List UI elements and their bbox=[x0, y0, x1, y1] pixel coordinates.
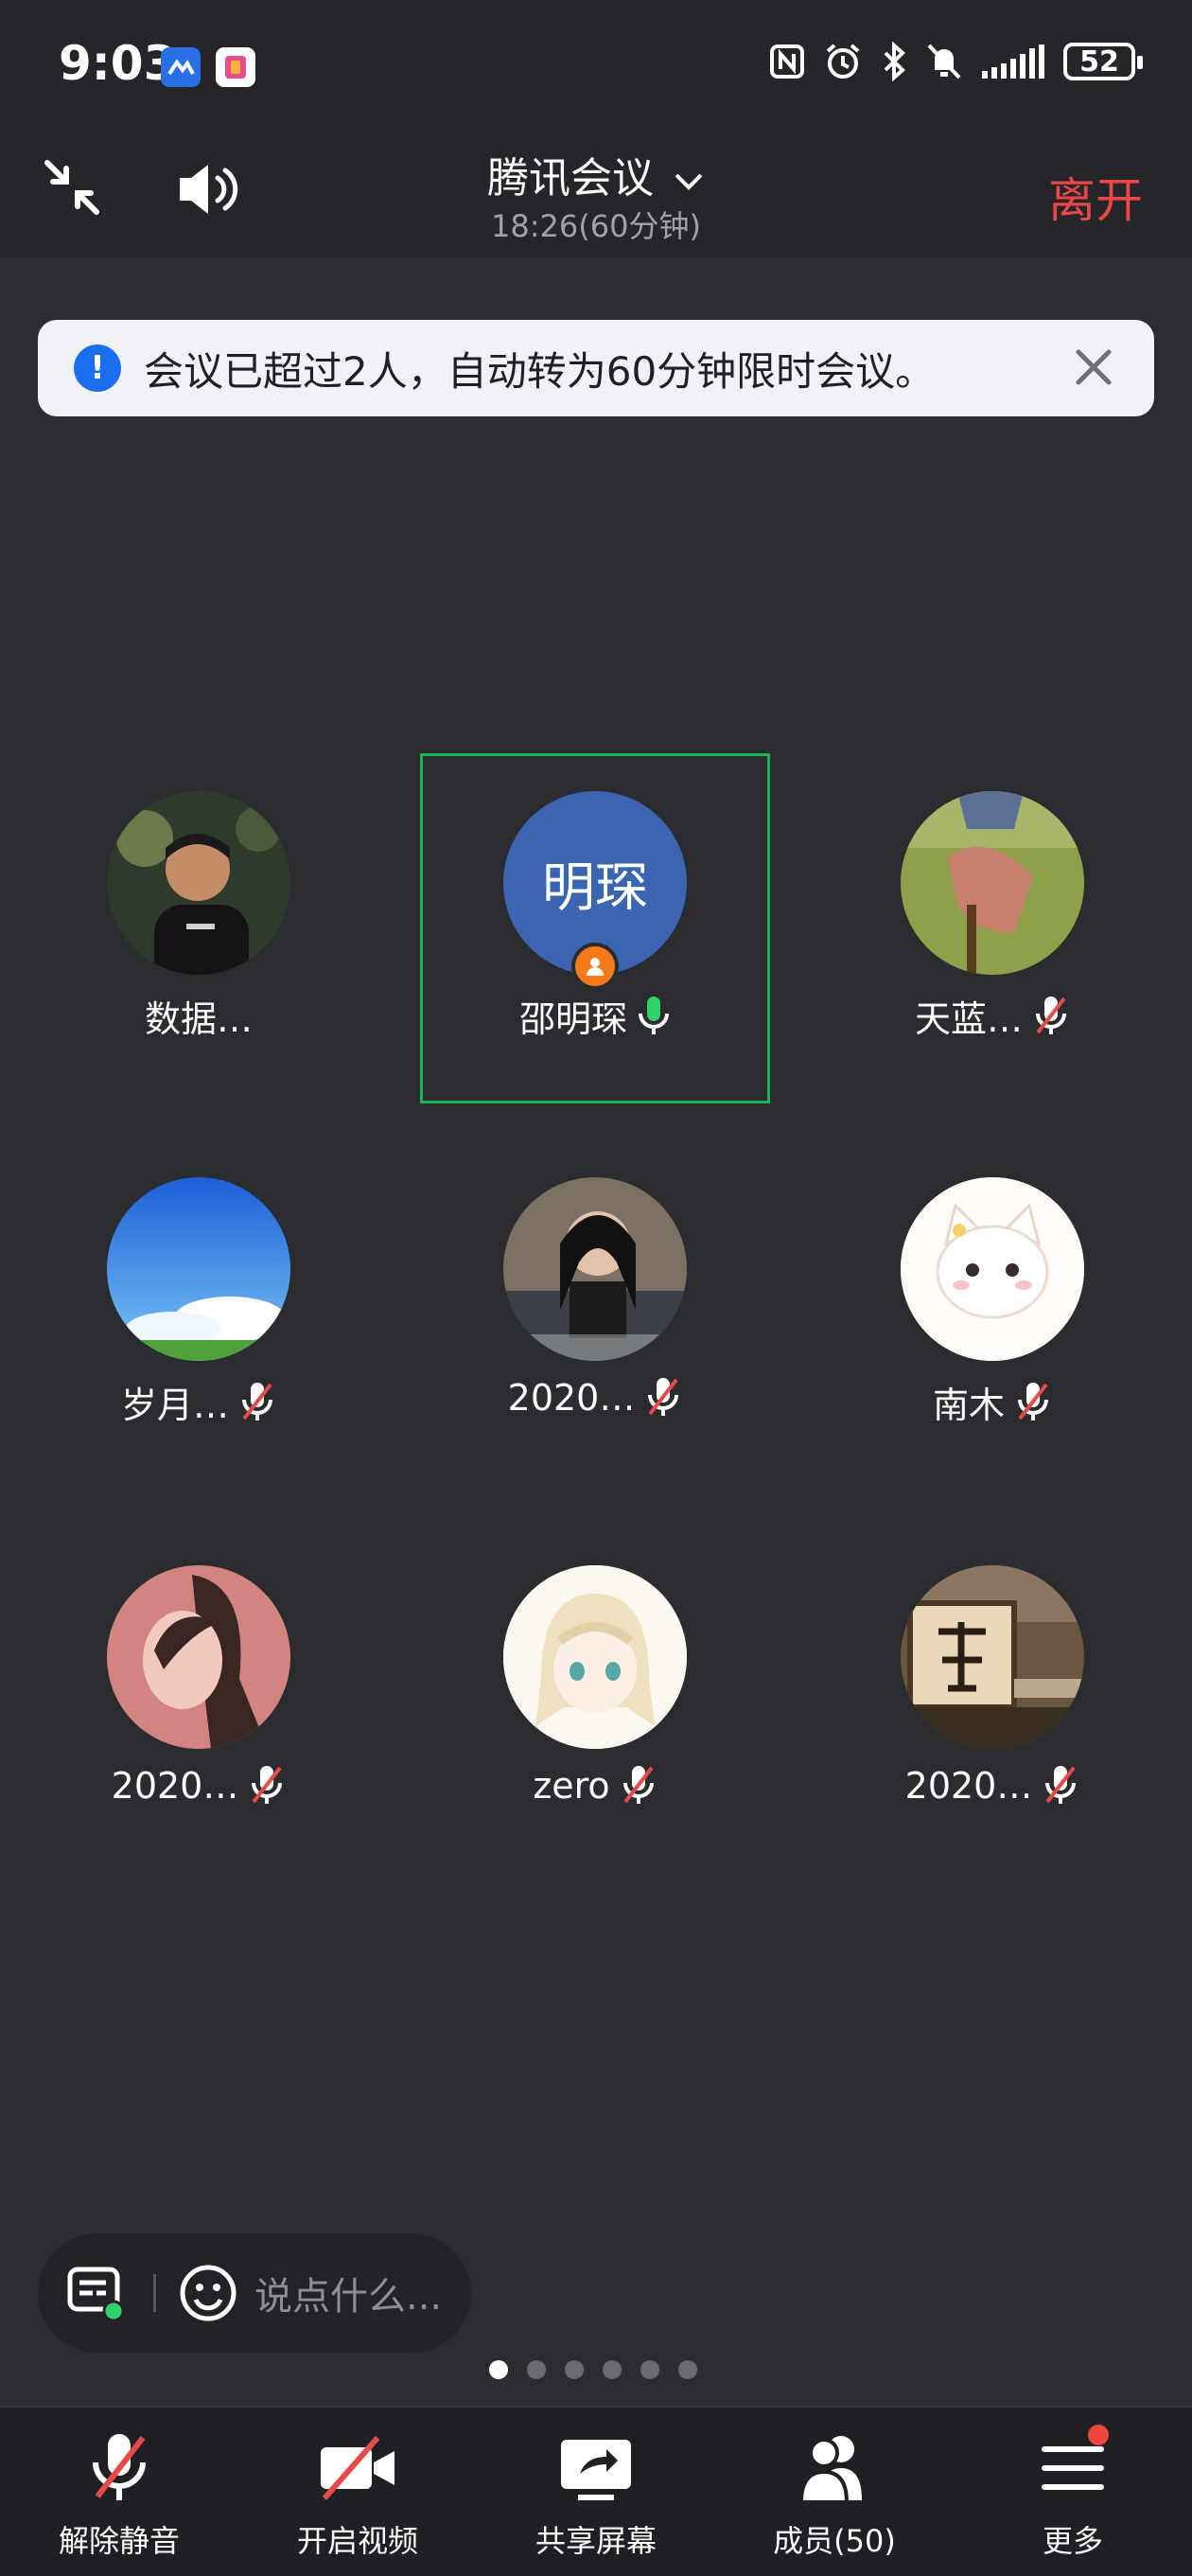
members-icon bbox=[798, 2436, 862, 2504]
captions-icon[interactable] bbox=[64, 2262, 127, 2324]
avatar bbox=[503, 1177, 687, 1361]
page-dot[interactable] bbox=[640, 2360, 659, 2379]
chat-bar[interactable]: 说点什么... bbox=[38, 2233, 471, 2353]
alarm-icon bbox=[826, 44, 860, 79]
page-dot[interactable] bbox=[678, 2360, 697, 2379]
mic-active-icon bbox=[639, 996, 669, 1034]
participant-name: 2020… bbox=[111, 1765, 239, 1807]
avatar bbox=[107, 1177, 290, 1361]
meeting-duration: 18:26(60分钟) bbox=[491, 208, 701, 244]
video-button[interactable]: 开启视频 bbox=[238, 2408, 477, 2576]
participant-name: 岁月… bbox=[120, 1385, 229, 1426]
participant-tile[interactable]: 南木 bbox=[822, 1177, 1163, 1428]
participant-name-row: 2020… bbox=[28, 1764, 369, 1808]
page-dot[interactable] bbox=[489, 2360, 508, 2379]
battery-indicator: 52 bbox=[1063, 43, 1143, 80]
mic-muted-icon bbox=[1045, 1766, 1077, 1804]
participant-name: 南木 bbox=[932, 1385, 1005, 1426]
signal-icon bbox=[982, 44, 1044, 79]
participant-tile[interactable]: 2020… bbox=[822, 1565, 1163, 1808]
share-screen-button[interactable]: 共享屏幕 bbox=[477, 2408, 715, 2576]
avatar bbox=[107, 791, 290, 975]
nfc-icon bbox=[770, 44, 804, 79]
unmute-button[interactable]: 解除静音 bbox=[0, 2408, 238, 2576]
page-dot[interactable] bbox=[527, 2360, 546, 2379]
participant-tile[interactable]: zero bbox=[425, 1565, 765, 1808]
status-icons: 52 bbox=[768, 42, 1143, 81]
mic-muted-icon bbox=[252, 1766, 283, 1804]
emoji-icon[interactable] bbox=[177, 2262, 239, 2324]
more-label: 更多 bbox=[1042, 2523, 1103, 2559]
app-notification-icon bbox=[161, 47, 201, 87]
more-button[interactable]: 更多 bbox=[954, 2408, 1192, 2576]
silent-bell-icon bbox=[927, 44, 961, 79]
meeting-title-text: 腾讯会议 bbox=[487, 154, 654, 203]
divider bbox=[153, 2274, 156, 2312]
notification-dot bbox=[1088, 2425, 1109, 2445]
mic-muted-icon bbox=[1018, 1382, 1048, 1420]
leave-button[interactable]: 离开 bbox=[1048, 163, 1143, 231]
status-bar: 9:03 52 bbox=[0, 0, 1192, 132]
share-screen-label: 共享屏幕 bbox=[535, 2523, 657, 2559]
participant-name: zero bbox=[533, 1765, 610, 1807]
avatar bbox=[107, 1565, 290, 1749]
participant-tile[interactable]: 2020… bbox=[28, 1565, 369, 1808]
chat-input-placeholder[interactable]: 说点什么... bbox=[254, 2266, 442, 2320]
mic-muted-icon bbox=[622, 1766, 654, 1804]
mic-muted-icon bbox=[93, 2434, 146, 2500]
video-label: 开启视频 bbox=[296, 2523, 418, 2559]
avatar bbox=[901, 1177, 1084, 1361]
participant-tile[interactable]: 数据… bbox=[28, 791, 369, 1042]
members-button[interactable]: 成员(50) bbox=[715, 2408, 954, 2576]
meeting-title[interactable]: 腾讯会议 bbox=[0, 144, 1192, 204]
participant-name-row: 2020… bbox=[425, 1376, 765, 1420]
status-time: 9:03 bbox=[59, 36, 177, 91]
participant-name: 2020… bbox=[507, 1377, 636, 1419]
participant-name-row: zero bbox=[425, 1764, 765, 1808]
page-dot[interactable] bbox=[603, 2360, 622, 2379]
participant-tile[interactable]: 天蓝… bbox=[822, 791, 1163, 1042]
mic-muted-icon bbox=[242, 1382, 272, 1420]
avatar bbox=[901, 1565, 1084, 1749]
notice-text: 会议已超过2人，自动转为60分钟限时会议。 bbox=[144, 347, 936, 395]
chevron-down-icon bbox=[675, 173, 703, 190]
avatar: 明琛 bbox=[503, 791, 687, 990]
participant-name: 数据… bbox=[144, 998, 253, 1040]
participant-name-row: 数据… bbox=[28, 990, 369, 1042]
participant-name: 2020… bbox=[904, 1765, 1033, 1807]
bottom-toolbar: 解除静音 开启视频 共享屏幕 成员(50) 更多 bbox=[0, 2406, 1192, 2576]
close-icon bbox=[1076, 349, 1112, 385]
participant-tile[interactable]: 明琛 邵明琛 bbox=[425, 791, 765, 1042]
participant-name-row: 南木 bbox=[822, 1376, 1163, 1428]
video-off-icon bbox=[321, 2436, 394, 2500]
close-notice-button[interactable] bbox=[1071, 344, 1116, 394]
bluetooth-icon bbox=[884, 42, 905, 81]
members-label: 成员(50) bbox=[773, 2523, 896, 2559]
info-icon: ! bbox=[74, 344, 121, 392]
page-dot[interactable] bbox=[565, 2360, 584, 2379]
participant-name: 天蓝… bbox=[914, 998, 1023, 1040]
avatar bbox=[503, 1565, 687, 1749]
share-screen-icon bbox=[561, 2440, 631, 2500]
avatar bbox=[901, 791, 1084, 975]
participant-tile[interactable]: 2020… bbox=[425, 1177, 765, 1420]
unmute-label: 解除静音 bbox=[58, 2523, 180, 2559]
host-badge-icon bbox=[571, 943, 619, 990]
participant-name-row: 岁月… bbox=[28, 1376, 369, 1428]
mic-muted-icon bbox=[648, 1378, 679, 1416]
participant-name-row: 天蓝… bbox=[822, 990, 1163, 1042]
participant-name-row: 2020… bbox=[822, 1764, 1163, 1808]
participant-name: 邵明琛 bbox=[518, 998, 627, 1040]
app-notification-icon bbox=[216, 47, 255, 87]
participant-name-row: 邵明琛 bbox=[425, 990, 765, 1042]
participant-tile[interactable]: 岁月… bbox=[28, 1177, 369, 1428]
time-limit-notice: ! 会议已超过2人，自动转为60分钟限时会议。 bbox=[38, 320, 1154, 416]
page-indicator bbox=[0, 2360, 1192, 2379]
mic-muted-icon bbox=[1036, 996, 1066, 1034]
